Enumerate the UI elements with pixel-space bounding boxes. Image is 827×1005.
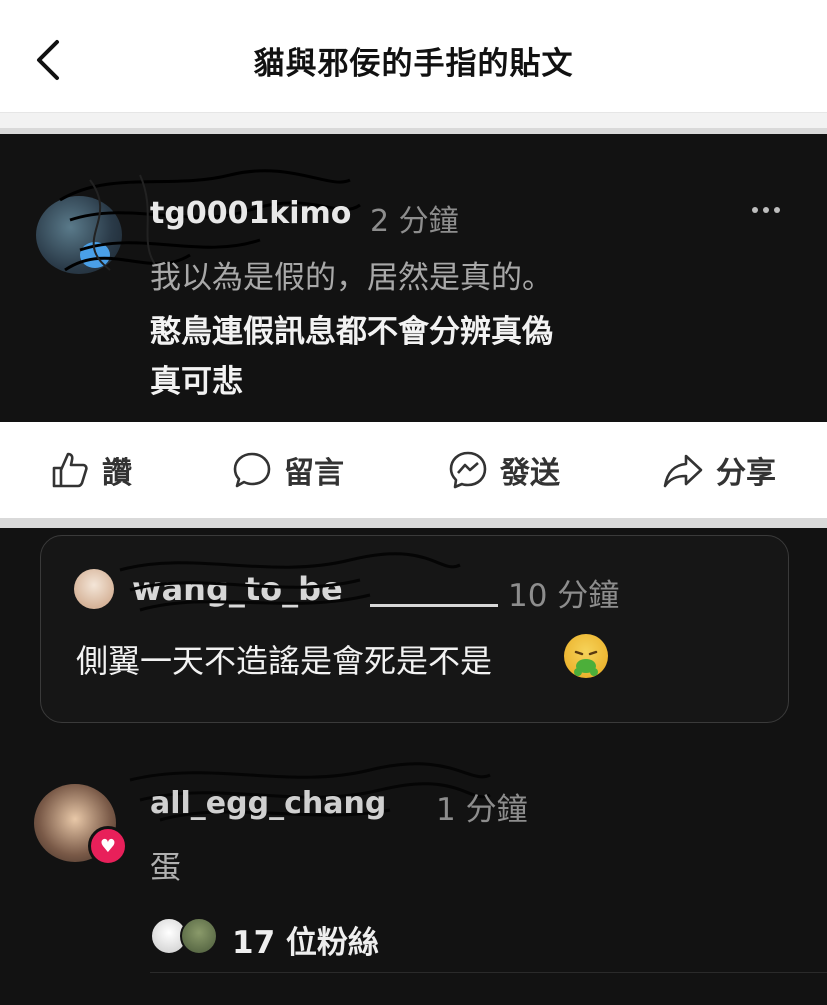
share-label: 分享	[716, 456, 776, 491]
send-button[interactable]: 發送	[448, 422, 560, 518]
post-username[interactable]: tg0001kimo	[150, 196, 351, 231]
avatar[interactable]	[74, 569, 114, 609]
more-dots-icon	[752, 207, 758, 213]
reply-text: 蛋	[150, 850, 181, 886]
post-text-line-1: 我以為是假的，居然是真的。	[150, 260, 553, 296]
share-arrow-icon	[663, 454, 703, 488]
action-bar: 讚 留言 發送 分享	[0, 422, 827, 518]
divider	[0, 518, 827, 528]
reply-username[interactable]: all_egg_chang	[150, 786, 386, 821]
like-label: 讚	[102, 456, 132, 491]
follower-count[interactable]: 17 位粉絲	[232, 917, 379, 962]
send-label: 發送	[500, 456, 560, 491]
quoted-time: 10 分鐘	[508, 578, 620, 614]
comment-bubble-icon	[233, 452, 271, 488]
thumbs-up-icon	[52, 452, 88, 488]
page-title: 貓與邪佞的手指的貼文	[253, 46, 574, 82]
post-text-line-2: 憨鳥連假訊息都不會分辨真偽	[150, 314, 553, 350]
redaction-scribble	[119, 552, 461, 612]
quoted-text: 側翼一天不造謠是會死是不是	[76, 642, 493, 680]
follower-avatar	[180, 917, 218, 955]
divider	[150, 972, 827, 973]
more-options-button[interactable]	[752, 200, 786, 220]
post-text-line-3: 真可悲	[150, 364, 243, 400]
comment-label: 留言	[284, 456, 344, 491]
reply-time: 1 分鐘	[436, 792, 528, 828]
comment-button[interactable]: 留言	[232, 422, 344, 518]
share-button[interactable]: 分享	[662, 422, 776, 518]
messenger-icon	[449, 451, 487, 489]
like-button[interactable]: 讚	[50, 422, 132, 518]
vomiting-face-icon	[564, 634, 608, 678]
post-time: 2 分鐘	[370, 204, 459, 239]
